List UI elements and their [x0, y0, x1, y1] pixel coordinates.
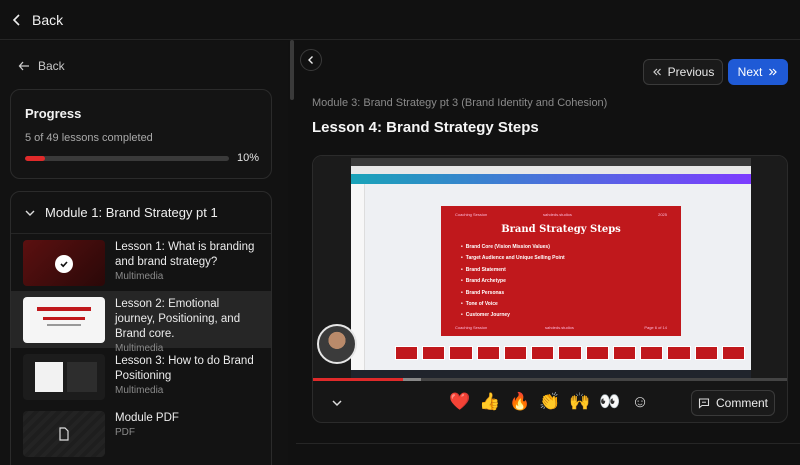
previous-label: Previous	[667, 65, 715, 79]
slide-header-right: 2025	[658, 212, 667, 217]
chevron-left-icon	[12, 13, 20, 26]
next-button[interactable]: Next	[728, 59, 788, 85]
slide-header-left: Coaching Session	[455, 212, 488, 217]
lesson-title: Lesson 1: What is branding and brand str…	[115, 241, 255, 268]
sidebar-back-button[interactable]: Back	[18, 59, 65, 73]
lesson-title: Lesson 2: Emotional journey, Positioning…	[115, 298, 241, 340]
slide: Coaching Session sahdeds.studios 2025 Br…	[441, 206, 681, 336]
completed-check-icon	[55, 255, 73, 273]
top-back-label: Back	[32, 11, 64, 28]
lesson-title: Lesson 3: How to do Brand Positioning	[115, 355, 254, 382]
sidebar-back-label: Back	[38, 59, 65, 73]
lesson-thumbnail	[23, 297, 105, 343]
progress-bar-fill	[25, 156, 46, 161]
previous-button[interactable]: Previous	[643, 59, 723, 85]
document-icon	[59, 427, 69, 441]
comment-icon	[698, 398, 710, 409]
slide-item: Target Audience and Unique Selling Point	[461, 253, 565, 264]
slide-footer-center: sahdeds.studios	[545, 325, 574, 330]
lesson-item[interactable]: Lesson 3: How to do Brand Positioning Mu…	[11, 348, 271, 405]
module-label: Module 3: Brand Strategy pt 3 (Brand Ide…	[312, 97, 608, 109]
comment-label: Comment	[715, 396, 768, 410]
eyes-reaction-icon[interactable]: 👀	[599, 392, 621, 412]
lesson-title: Module PDF	[115, 412, 179, 424]
thumbs-up-reaction-icon[interactable]: 👍	[479, 392, 501, 412]
video-controls: ❤️ 👍 🔥 👏 🙌 👀 ☺ Comment	[313, 382, 787, 422]
top-bar: Back	[0, 0, 800, 40]
slide-list: Brand Core (Vision Mission Values) Targe…	[461, 242, 565, 322]
progress-percent: 10%	[236, 152, 259, 164]
slide-title: Brand Strategy Steps	[501, 224, 621, 235]
lesson-thumbnail	[23, 411, 105, 457]
slide-item: Customer Journey	[461, 310, 565, 321]
double-chevron-left-icon	[652, 68, 661, 76]
lesson-thumbnail	[23, 240, 105, 286]
slide-item: Brand Archetype	[461, 276, 565, 287]
collapse-sidebar-button[interactable]	[300, 49, 322, 71]
slide-filmstrip	[395, 346, 746, 360]
chevron-down-icon	[25, 210, 35, 216]
chevron-down-icon	[332, 400, 342, 407]
sidebar-scrollbar[interactable]	[290, 40, 294, 100]
presenter-webcam	[317, 324, 357, 364]
slide-item: Tone of Voice	[461, 299, 565, 310]
clap-reaction-icon[interactable]: 👏	[539, 392, 561, 412]
slide-item: Brand Core (Vision Mission Values)	[461, 242, 565, 253]
add-reaction-icon[interactable]: ☺	[629, 392, 651, 412]
slide-header-center: sahdeds.studios	[543, 212, 572, 217]
module-card: Module 1: Brand Strategy pt 1 Lesson 1: …	[10, 191, 272, 465]
screen-recording: Coaching Session sahdeds.studios 2025 Br…	[351, 158, 751, 378]
fire-reaction-icon[interactable]: 🔥	[509, 392, 531, 412]
top-back-button[interactable]: Back	[10, 12, 63, 28]
heart-reaction-icon[interactable]: ❤️	[449, 392, 471, 412]
video-player[interactable]: Coaching Session sahdeds.studios 2025 Br…	[312, 155, 788, 423]
lesson-item[interactable]: Lesson 1: What is branding and brand str…	[11, 234, 271, 291]
slide-item: Brand Statement	[461, 265, 565, 276]
lesson-type: Multimedia	[115, 271, 164, 282]
double-chevron-right-icon	[769, 68, 778, 76]
next-label: Next	[737, 65, 763, 79]
slide-footer-right: Page 6 of 14	[644, 325, 667, 330]
progress-summary: 5 of 49 lessons completed	[25, 132, 153, 144]
lesson-type: PDF	[115, 427, 135, 438]
lesson-item-active[interactable]: Lesson 2: Emotional journey, Positioning…	[11, 291, 271, 354]
expand-toggle[interactable]	[331, 396, 343, 414]
module-title: Module 1: Brand Strategy pt 1	[45, 205, 218, 220]
module-header[interactable]: Module 1: Brand Strategy pt 1	[11, 192, 271, 234]
slide-item: Brand Personas	[461, 288, 565, 299]
lesson-thumbnail	[23, 354, 105, 400]
comment-button[interactable]: Comment	[691, 390, 775, 416]
arrow-left-icon	[18, 61, 29, 71]
progress-title: Progress	[25, 106, 82, 121]
lesson-item[interactable]: Module PDF PDF	[11, 405, 271, 462]
video-seek-bar[interactable]	[313, 378, 787, 381]
lesson-heading: Lesson 4: Brand Strategy Steps	[312, 119, 539, 136]
raised-hands-reaction-icon[interactable]: 🙌	[569, 392, 591, 412]
video-frame[interactable]: Coaching Session sahdeds.studios 2025 Br…	[313, 156, 787, 380]
reaction-bar: ❤️ 👍 🔥 👏 🙌 👀 ☺	[449, 392, 651, 412]
chevron-left-icon	[308, 56, 313, 64]
section-divider	[296, 443, 800, 444]
lesson-main: Previous Next Module 3: Brand Strategy p…	[296, 41, 800, 465]
lesson-type: Multimedia	[115, 385, 164, 396]
video-played-fill	[313, 378, 404, 381]
course-sidebar: Back Progress 5 of 49 lessons completed …	[0, 41, 288, 465]
progress-bar	[25, 156, 229, 161]
slide-footer-left: Coaching Session	[455, 325, 488, 330]
progress-card: Progress 5 of 49 lessons completed 10%	[10, 89, 272, 179]
